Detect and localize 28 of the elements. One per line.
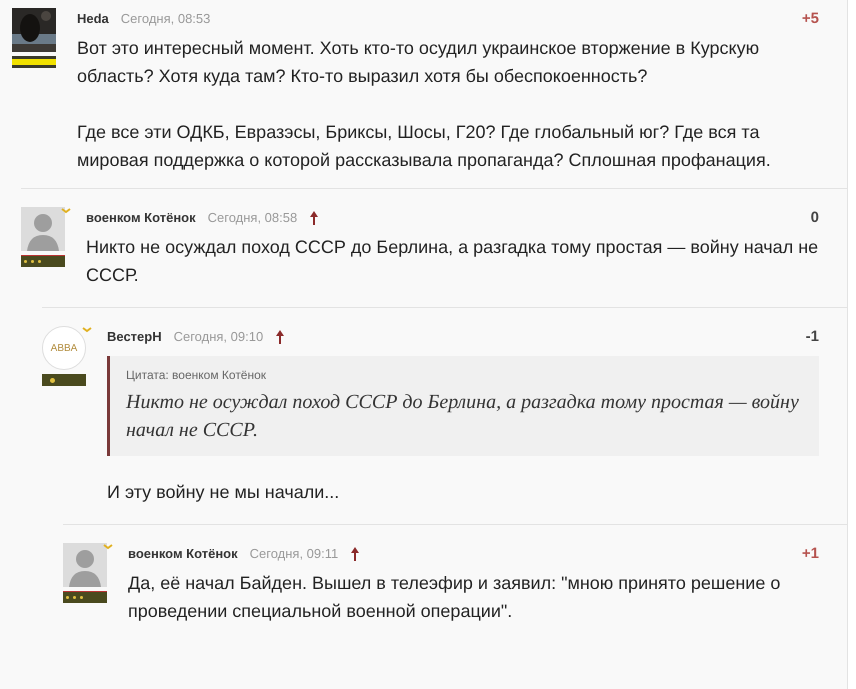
- comment-text: Вот это интересный момент. Хоть кто-то осудил украинское вторжение в Курскую область? Хотя куда там? Кто-то выразил хотя бы обеспокоенность?: [77, 37, 760, 88]
- chevron-insignia-icon: [61, 207, 71, 215]
- comment-rating: +5: [802, 8, 819, 29]
- author-name[interactable]: Heda: [77, 9, 109, 29]
- comment-time: Сегодня, 09:10: [174, 328, 264, 346]
- comment-rating: +1: [802, 544, 819, 564]
- author-name[interactable]: ВестерН: [107, 327, 162, 347]
- avatar-silhouette-icon: [63, 543, 107, 587]
- comment-rating: 0: [810, 208, 819, 228]
- author-name[interactable]: военком Котёнок: [86, 208, 196, 228]
- avatar-silhouette-icon: [21, 207, 65, 251]
- arrow-up-icon[interactable]: [309, 210, 320, 226]
- quote-label: Цитата: военком Котёнок: [126, 367, 268, 384]
- comment-rating: -1: [806, 326, 819, 347]
- arrow-up-icon[interactable]: [350, 546, 360, 562]
- comment-time: Сегодня, 08:53: [120, 10, 210, 28]
- quote-text: Никто не осуждал поход СССР до Берлина, а разгадка тому простая — войну начал не СССР.: [126, 390, 800, 443]
- avatar-logo: ABBA: [42, 326, 86, 370]
- arrow-up-icon[interactable]: [275, 329, 286, 345]
- chevron-insignia-icon: [103, 543, 113, 551]
- comment-text: Никто не осуждал поход СССР до Берлина, а разгадка тому простая — войну начал не СССР.: [86, 236, 819, 287]
- author-name[interactable]: военком Котёнок: [128, 544, 238, 564]
- comment-text: Где все эти ОДКБ, Евразэсы, Бриксы, Шосы, Г20? Где глобальный юг? Где вся та мировая поддержка о которой рассказывала пропаганда? Сплошная профанация.: [77, 121, 772, 172]
- comment-time: Сегодня, 08:58: [208, 209, 298, 228]
- comment-time: Сегодня, 09:11: [250, 545, 338, 564]
- chevron-insignia-icon: [82, 326, 92, 334]
- comment-text: Да, её начал Байден. Вышел в телеэфир и заявил: "мною принято решение о проведении специальной военной операции".: [128, 572, 782, 623]
- comment-text: И эту войну не мы начали...: [107, 481, 340, 504]
